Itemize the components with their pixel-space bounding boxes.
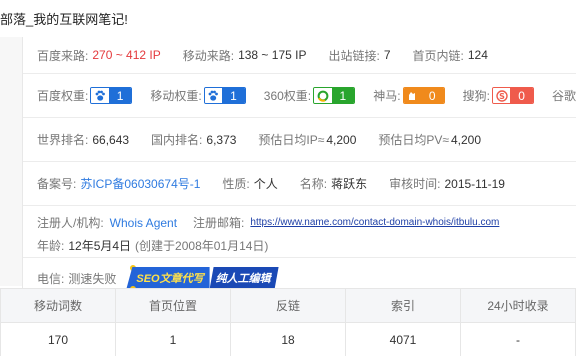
site-title: 部落_我的互联网笔记! — [0, 12, 128, 27]
mobile-weight-label: 移动权重: — [150, 89, 202, 103]
daily-pv-label: 预估日均PV≈ — [378, 133, 449, 147]
table-header-cell: 反链 — [230, 288, 346, 323]
icp-record-link[interactable]: 苏ICP备06030674号-1 — [80, 175, 200, 192]
site-info-panel: 百度来路: 270 ~ 412 IP 移动来路: 138 ~ 175 IP 出站… — [22, 37, 576, 298]
icp-record-label: 备案号: — [37, 177, 77, 191]
world-rank-label: 世界排名: — [37, 133, 89, 147]
google-weight-label: 谷歌 — [551, 89, 576, 103]
index-cell[interactable]: 4071 — [345, 322, 461, 356]
mobile-traffic-label: 移动来路: — [182, 48, 235, 63]
homepage-links-value[interactable]: 124 — [468, 48, 488, 62]
domestic-rank-label: 国内排名: — [151, 133, 203, 147]
baidu-weight-badge[interactable]: 1 — [90, 87, 133, 104]
rank-row: 世界排名: 66,643 国内排名: 6,373 预估日均IP≈ 4,200 预… — [23, 118, 576, 162]
registrant-email-link[interactable]: https://www.name.com/contact-domain-whoi… — [250, 217, 499, 228]
icp-audit-value: 2015-11-19 — [444, 176, 505, 191]
shenma-weight-badge[interactable]: 0 — [402, 87, 445, 104]
daily-pv-value: 4,200 — [451, 132, 482, 147]
baidu-paw-icon — [91, 88, 109, 103]
whois-registrant-line: 注册人/机构: Whois Agent 注册邮箱: https://www.na… — [37, 214, 576, 231]
sogou-weight-badge[interactable]: S 0 — [491, 87, 534, 104]
s360-weight-badge[interactable]: 1 — [313, 87, 356, 104]
baidu-weight-value: 1 — [108, 88, 132, 103]
table-header-cell: 24小时收录 — [460, 288, 576, 323]
table-row: 170 1 18 4071 - — [0, 322, 576, 356]
outlinks-label: 出站链接: — [328, 48, 380, 63]
backlinks-cell[interactable]: 18 — [230, 322, 346, 356]
seo-ad-part2: 纯人工编辑 — [210, 267, 279, 289]
shenma-horse-icon — [403, 88, 421, 103]
recent-index-cell: - — [460, 322, 576, 356]
mobile-traffic-value[interactable]: 138 ~ 175 IP — [238, 48, 306, 62]
traffic-row: 百度来路: 270 ~ 412 IP 移动来路: 138 ~ 175 IP 出站… — [23, 37, 576, 74]
left-band — [0, 37, 22, 286]
sogou-weight-value: 0 — [510, 88, 533, 103]
seo-stats-table: 移动词数 首页位置 反链 索引 24小时收录 170 1 18 4071 - — [0, 288, 576, 356]
icp-nature-label: 性质: — [222, 177, 250, 191]
mobile-weight-value: 1 — [222, 88, 245, 103]
s360-weight-label: 360权重: — [263, 89, 312, 103]
world-rank-value[interactable]: 66,643 — [92, 133, 129, 147]
domain-age-value: 12年5月4日 — [68, 239, 132, 253]
shenma-weight-label: 神马: — [373, 89, 401, 103]
domestic-rank-value[interactable]: 6,373 — [206, 133, 236, 147]
registrant-email-label: 注册邮箱: — [193, 216, 245, 230]
icp-audit-label: 审核时间: — [389, 177, 441, 191]
sogou-weight-label: 搜狗: — [462, 89, 490, 103]
whois-age-line: 年龄: 12年5月4日 (创建于2008年01月14日) — [37, 237, 576, 254]
sogou-s-icon: S — [492, 88, 511, 103]
domain-age-label: 年龄: — [37, 239, 65, 253]
mobile-words-cell[interactable]: 170 — [0, 322, 116, 356]
seo-ad-part1: SEO文章代写 — [126, 267, 210, 289]
outlinks-value[interactable]: 7 — [384, 48, 391, 62]
shenma-weight-value: 0 — [420, 88, 444, 103]
baidu-traffic-value[interactable]: 270 ~ 412 IP — [92, 48, 160, 62]
table-header-row: 移动词数 首页位置 反链 索引 24小时收录 — [0, 288, 576, 323]
icp-row: 备案号: 苏ICP备06030674号-1 性质: 个人 名称: 蒋跃东 审核时… — [23, 162, 576, 206]
baidu-weight-label: 百度权重: — [37, 89, 89, 103]
table-header-cell: 移动词数 — [0, 288, 116, 323]
seo-writing-ad[interactable]: SEO文章代写 纯人工编辑 — [126, 265, 279, 292]
mobile-weight-badge[interactable]: 1 — [203, 87, 246, 104]
table-header-cell: 索引 — [345, 288, 461, 323]
telecom-label: 电信: — [37, 271, 65, 286]
daily-ip-label: 预估日均IP≈ — [258, 133, 325, 147]
svg-text:S: S — [499, 92, 505, 101]
homepage-position-cell: 1 — [115, 322, 231, 356]
baidu-traffic-label: 百度来路: — [37, 48, 89, 63]
telecom-value: 测速失败 — [68, 271, 117, 286]
icp-name-value: 蒋跃东 — [331, 177, 368, 191]
registrant-label: 注册人/机构: — [37, 216, 104, 230]
baidu-paw-icon — [204, 88, 223, 103]
table-header-cell: 首页位置 — [115, 288, 231, 323]
icp-name-label: 名称: — [299, 177, 328, 191]
homepage-links-label: 首页内链: — [412, 48, 464, 63]
s360-ring-icon — [314, 88, 332, 103]
registrant-link[interactable]: Whois Agent — [110, 216, 177, 230]
weights-row: 百度权重: 1 移动权重: 1 360权重: 1 神马: 0 搜狗: S 0 谷… — [23, 74, 576, 118]
domain-created-note: (创建于2008年01月14日) — [135, 239, 269, 253]
daily-ip-value: 4,200 — [326, 132, 357, 147]
icp-nature-value: 个人 — [253, 177, 278, 191]
s360-weight-value: 1 — [331, 88, 355, 103]
whois-row: 注册人/机构: Whois Agent 注册邮箱: https://www.na… — [23, 206, 576, 258]
